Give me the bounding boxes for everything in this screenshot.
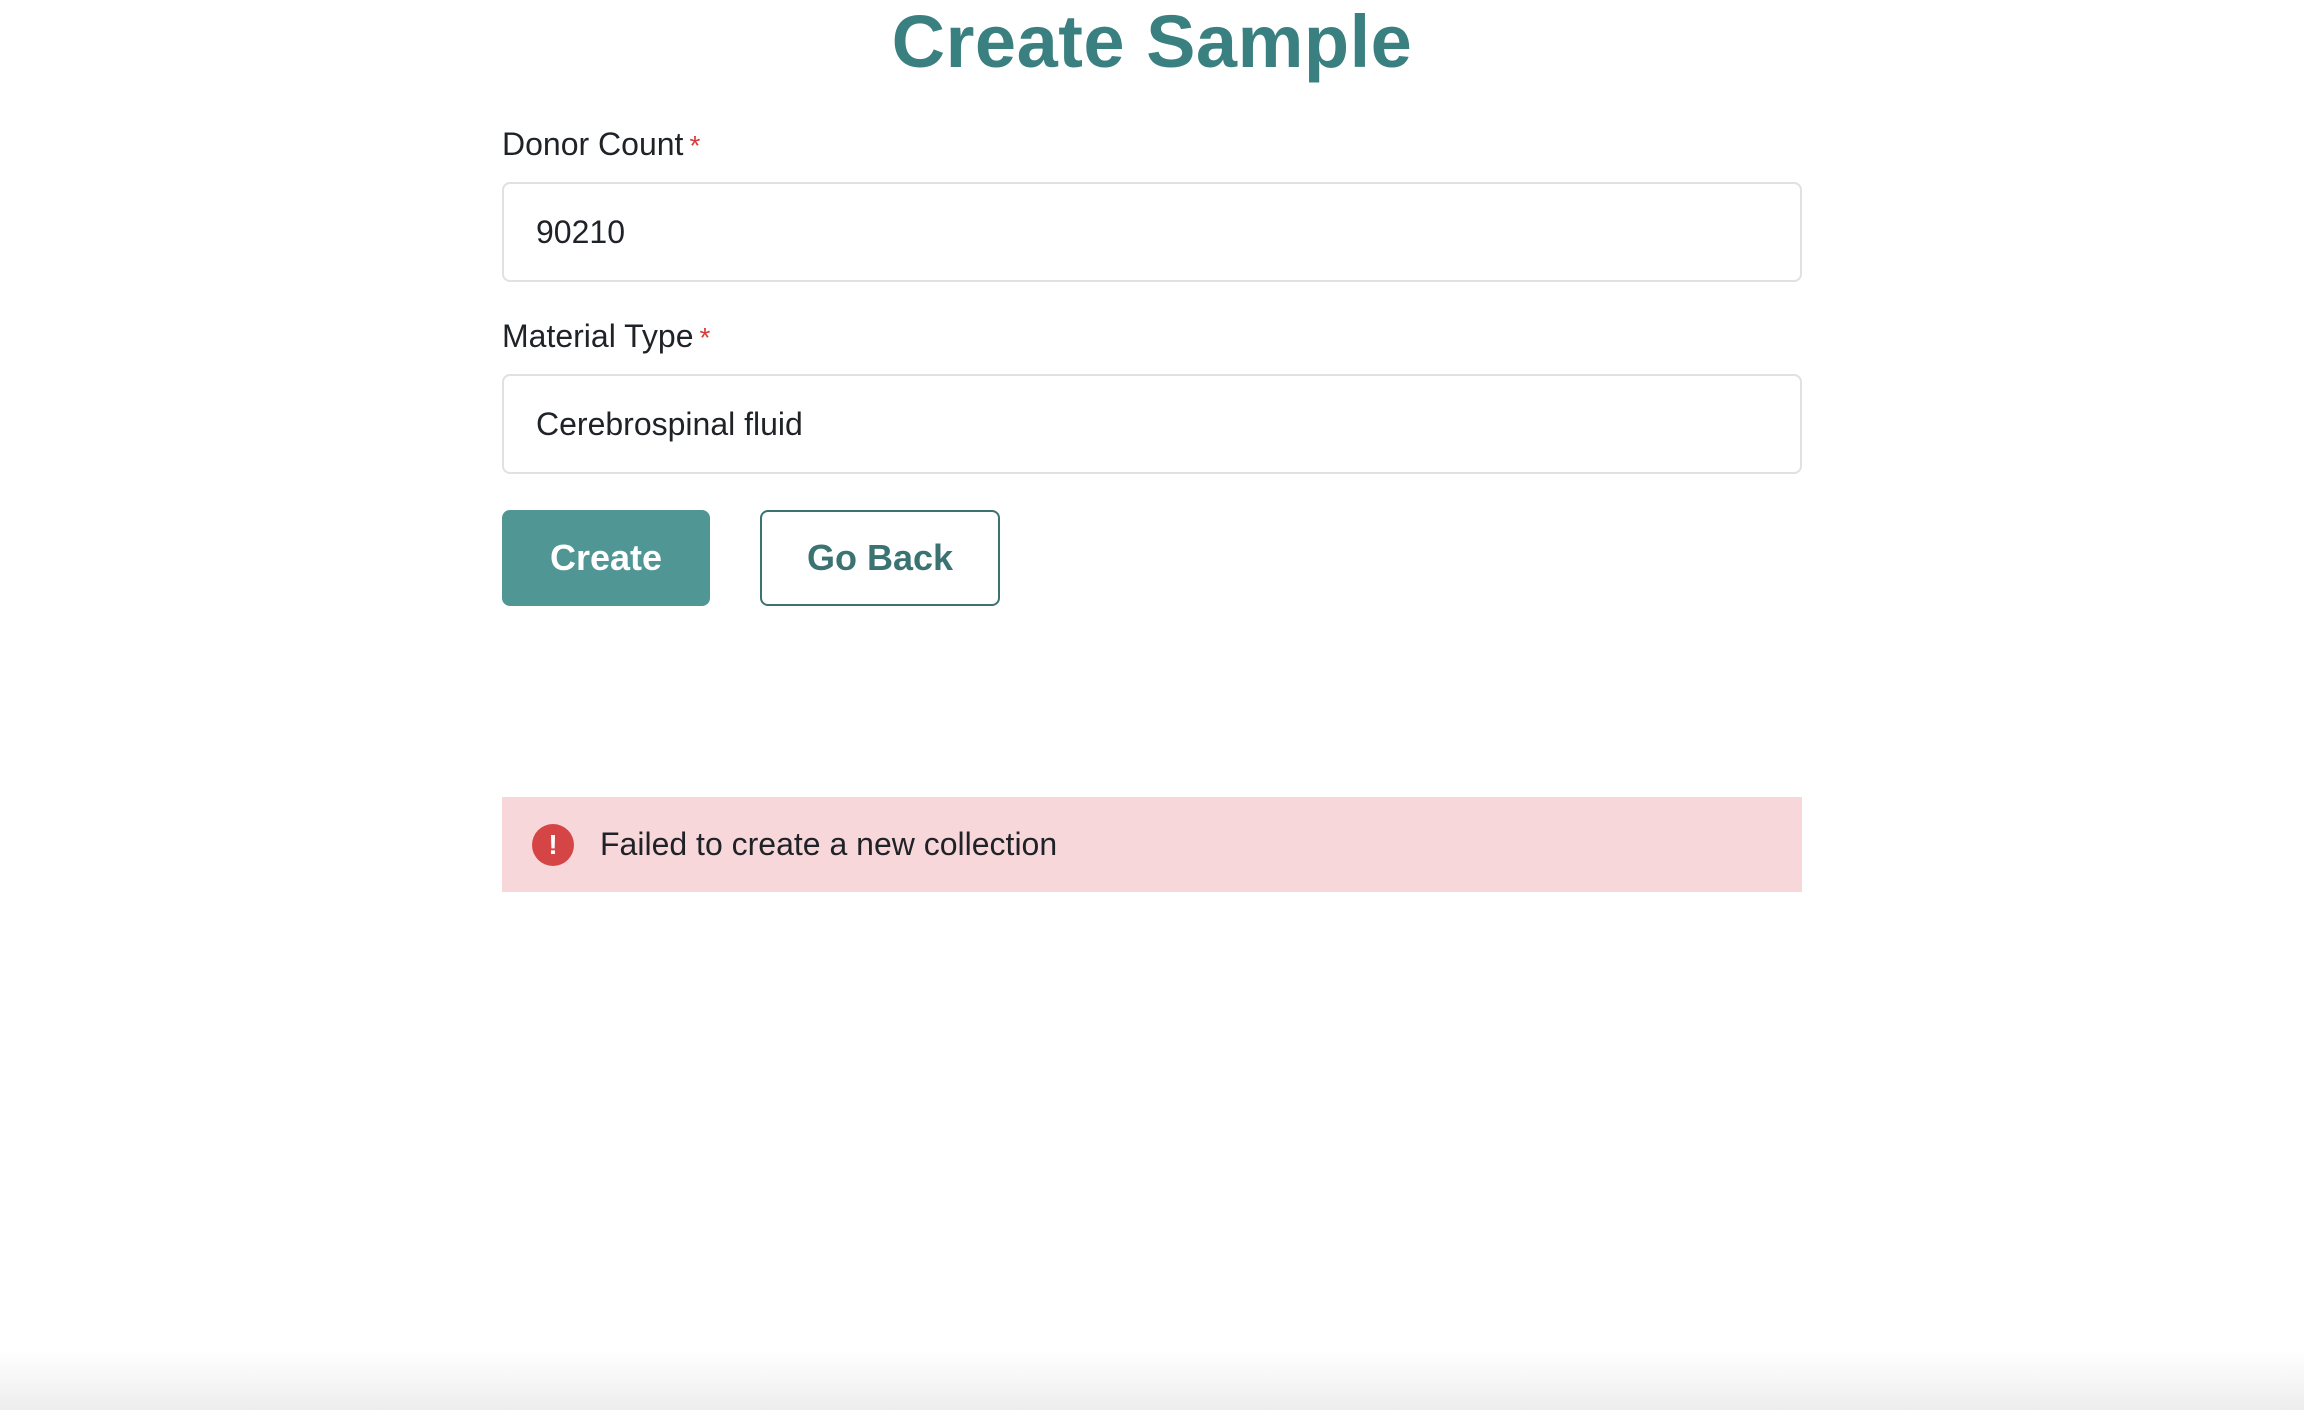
form-actions: Create Go Back xyxy=(502,510,1802,606)
donor-count-field: Donor Count * xyxy=(502,120,1802,282)
error-alert-message: Failed to create a new collection xyxy=(600,826,1058,862)
material-type-label: Material Type * xyxy=(502,312,1802,362)
go-back-button[interactable]: Go Back xyxy=(760,510,1000,606)
create-button[interactable]: Create xyxy=(502,510,710,606)
exclamation-circle-icon: ! xyxy=(532,823,574,866)
donor-count-input[interactable] xyxy=(502,182,1802,282)
create-sample-form: Donor Count* Material Type* Create Go Ba… xyxy=(502,120,1802,606)
create-sample-page: Create Sample Donor Count* Material Type… xyxy=(0,0,2304,1410)
material-type-field: Material Type * xyxy=(502,312,1802,474)
required-marker: * xyxy=(689,130,701,161)
material-type-label-text: Material Type xyxy=(502,318,694,354)
required-marker: * xyxy=(699,322,711,353)
page-title: Create Sample xyxy=(891,0,1413,83)
donor-count-label-text: Donor Count xyxy=(502,126,684,162)
material-type-input[interactable] xyxy=(502,374,1802,474)
error-alert: ! Failed to create a new collection xyxy=(502,797,1802,892)
bottom-shade xyxy=(0,1350,2304,1410)
donor-count-label: Donor Count * xyxy=(502,120,1802,170)
